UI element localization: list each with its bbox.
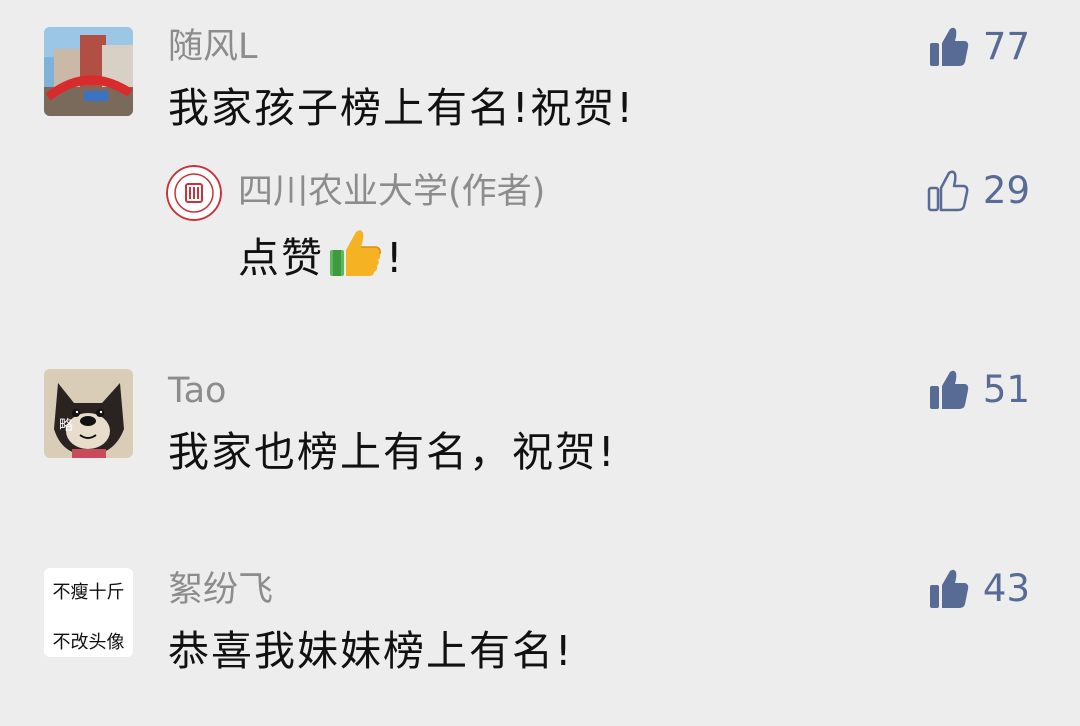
like-button[interactable]: 51 [929,369,1030,411]
reply-author[interactable]: 四川农业大学(作者) [238,172,545,212]
like-count: 43 [982,567,1030,610]
like-button[interactable]: 43 [929,568,1030,610]
like-count: 29 [982,169,1030,212]
campus-photo-avatar-icon [44,27,133,116]
avatar-text-line: 不瘦十斤 [52,582,125,603]
reply-text-prefix: 点赞 [238,234,324,282]
reply-text: 点赞 ! [238,228,404,288]
like-button[interactable]: 77 [929,26,1030,68]
user-avatar[interactable]: 略 [44,369,133,458]
comment-text: 我家孩子榜上有名!祝贺! [168,84,635,132]
comment-text: 我家也榜上有名，祝贺! [168,428,617,476]
thumbs-up-filled-icon [929,370,969,409]
comment-text: 恭喜我妹妹榜上有名! [168,627,574,675]
comment-item: 随风L 我家孩子榜上有名!祝贺! 77 四川农业大学(作者) 点赞 ! 29 [0,0,1080,300]
shiba-dog-avatar-icon [44,369,133,458]
thumbs-up-filled-icon [929,569,969,608]
university-seal-avatar-icon [166,165,222,221]
like-count: 51 [982,368,1030,411]
thumbs-up-outline-icon [927,170,969,212]
reply-like-button[interactable]: 29 [927,169,1030,213]
user-avatar[interactable] [44,27,133,116]
reply-text-suffix: ! [386,234,405,282]
thumbs-up-filled-icon [929,27,969,66]
avatar-badge: 略 [59,418,73,434]
comment-author[interactable]: Tao [168,371,226,411]
like-count: 77 [982,25,1030,68]
avatar-text-line: 不改头像 [52,632,125,653]
reply-avatar[interactable] [166,165,222,221]
comment-author[interactable]: 絮纷飞 [168,570,273,610]
comment-author[interactable]: 随风L [168,27,258,67]
thumbs-up-emoji-icon [328,228,382,288]
user-avatar[interactable]: 不瘦十斤 不改头像 [44,568,133,657]
